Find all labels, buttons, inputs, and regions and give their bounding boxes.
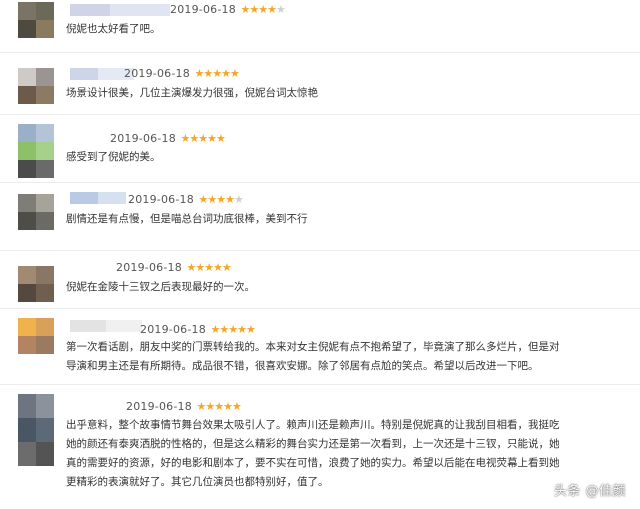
star-icon: ★ <box>228 323 238 336</box>
review-meta: 2019-06-18 ★★★★★ <box>128 193 244 207</box>
star-icon: ★ <box>225 193 235 206</box>
star-icon: ★ <box>198 193 208 206</box>
rating-stars: ★★★★★ <box>196 400 242 413</box>
star-icon: ★ <box>275 3 286 16</box>
review-date: 2019-06-18 <box>170 3 236 16</box>
star-icon: ★ <box>233 193 244 206</box>
star-icon: ★ <box>207 193 217 206</box>
star-icon: ★ <box>204 261 214 274</box>
rating-stars: ★★★★★ <box>198 193 244 206</box>
star-icon: ★ <box>267 3 277 16</box>
review-text-line: 倪妮也太好看了吧。 <box>66 23 161 35</box>
review-text-line: 真的需要好的资源，好的电影和剧本了，要不实在可惜，浪费了她的实力。希望以后能在电… <box>66 457 560 469</box>
review-text: 场景设计很美，几位主演爆发力很强，倪妮台词太惊艳 <box>66 84 318 103</box>
review-text-line: 导演和男主还是有所期待。成品很不错，很喜欢安娜。除了邻居有点尬的笑点。希望以后改… <box>66 360 539 372</box>
review-meta: 2019-06-18 ★★★★★ <box>110 132 226 146</box>
review-text-line: 剧情还是有点慢，但是喵总台词功底很棒，美到不行 <box>66 213 308 225</box>
star-icon: ★ <box>221 261 232 274</box>
star-icon: ★ <box>194 67 204 80</box>
star-icon: ★ <box>212 67 222 80</box>
avatar <box>18 68 54 104</box>
divider <box>0 114 640 115</box>
star-icon: ★ <box>216 193 226 206</box>
rating-stars: ★★★★★ <box>186 261 232 274</box>
review-text-line: 更精彩的表演就好了。其它几位演员也都特别好，值了。 <box>66 476 329 488</box>
review-meta: 2019-06-18 ★★★★★ <box>124 67 240 81</box>
review-text: 第一次看话剧，朋友中奖的门票转给我的。本来对女主倪妮有点不抱希望了，毕竟演了那么… <box>66 338 560 376</box>
review-date: 2019-06-18 <box>128 193 194 206</box>
rating-stars: ★★★★★ <box>210 323 256 336</box>
star-icon: ★ <box>245 323 256 336</box>
review-text: 感受到了倪妮的美。 <box>66 148 161 167</box>
review-text: 出乎意料，整个故事情节舞台效果太吸引人了。赖声川还是赖声川。特别是倪妮真的让我刮… <box>66 416 560 492</box>
review-date: 2019-06-18 <box>140 323 206 336</box>
divider <box>0 384 640 385</box>
review-meta: 2019-06-18 ★★★★★ <box>116 261 232 275</box>
review-date: 2019-06-18 <box>110 132 176 145</box>
review-text-line: 倪妮在金陵十三钗之后表现最好的一次。 <box>66 281 255 293</box>
review-text-line: 她的颜还有泰爽洒脱的性格的，但是这么精彩的舞台实力还是第一次看到，上一次还是十三… <box>66 438 560 450</box>
star-icon: ★ <box>210 323 220 336</box>
star-icon: ★ <box>207 132 217 145</box>
review-text: 倪妮也太好看了吧。 <box>66 20 161 39</box>
star-icon: ★ <box>219 323 229 336</box>
review-meta: 2019-06-18 ★★★★★ <box>140 323 256 337</box>
review-date: 2019-06-18 <box>124 67 190 80</box>
star-icon: ★ <box>223 400 233 413</box>
avatar <box>18 394 54 466</box>
review-meta: 2019-06-18 ★★★★★ <box>170 3 286 17</box>
divider <box>0 182 640 183</box>
star-icon: ★ <box>205 400 215 413</box>
star-icon: ★ <box>229 67 240 80</box>
star-icon: ★ <box>195 261 205 274</box>
review-text-line: 感受到了倪妮的美。 <box>66 151 161 163</box>
avatar <box>18 318 54 354</box>
rating-stars: ★★★★★ <box>194 67 240 80</box>
avatar <box>18 124 54 178</box>
watermark: 头条 @佳颜 <box>553 484 626 499</box>
divider <box>0 308 640 309</box>
star-icon: ★ <box>203 67 213 80</box>
divider <box>0 52 640 53</box>
star-icon: ★ <box>231 400 242 413</box>
star-icon: ★ <box>186 261 196 274</box>
rating-stars: ★★★★★ <box>240 3 286 16</box>
star-icon: ★ <box>240 3 250 16</box>
review-text: 剧情还是有点慢，但是喵总台词功底很棒，美到不行 <box>66 210 308 229</box>
username-blurred <box>70 4 170 16</box>
star-icon: ★ <box>196 400 206 413</box>
star-icon: ★ <box>258 3 268 16</box>
username-blurred <box>70 192 126 204</box>
review-text: 倪妮在金陵十三钗之后表现最好的一次。 <box>66 278 255 297</box>
review-text-line: 第一次看话剧，朋友中奖的门票转给我的。本来对女主倪妮有点不抱希望了，毕竟演了那么… <box>66 341 560 353</box>
avatar <box>18 2 54 38</box>
review-date: 2019-06-18 <box>116 261 182 274</box>
star-icon: ★ <box>215 132 226 145</box>
star-icon: ★ <box>180 132 190 145</box>
username-blurred <box>70 320 142 332</box>
rating-stars: ★★★★★ <box>180 132 226 145</box>
avatar <box>18 194 54 230</box>
review-date: 2019-06-18 <box>126 400 192 413</box>
star-icon: ★ <box>249 3 259 16</box>
star-icon: ★ <box>214 400 224 413</box>
star-icon: ★ <box>221 67 231 80</box>
star-icon: ★ <box>198 132 208 145</box>
review-text-line: 出乎意料，整个故事情节舞台效果太吸引人了。赖声川还是赖声川。特别是倪妮真的让我刮… <box>66 419 560 431</box>
star-icon: ★ <box>189 132 199 145</box>
divider <box>0 250 640 251</box>
star-icon: ★ <box>213 261 223 274</box>
avatar <box>18 266 54 302</box>
review-text-line: 场景设计很美，几位主演爆发力很强，倪妮台词太惊艳 <box>66 87 318 99</box>
review-meta: 2019-06-18 ★★★★★ <box>126 400 242 414</box>
star-icon: ★ <box>237 323 247 336</box>
